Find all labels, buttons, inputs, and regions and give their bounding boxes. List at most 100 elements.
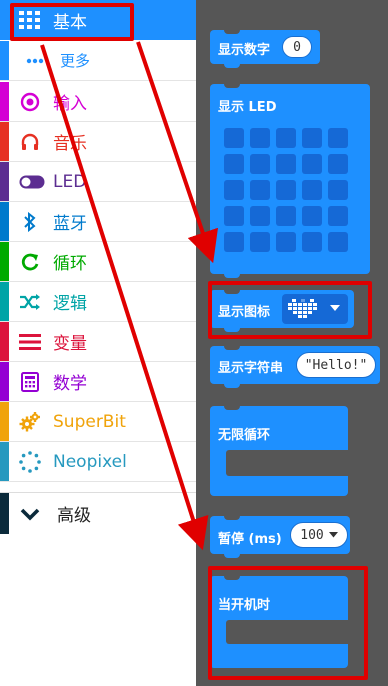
category-color-bar	[0, 82, 9, 121]
category-label: 数学	[53, 374, 87, 394]
block-label: 显示数字	[218, 43, 271, 58]
led-cell[interactable]	[276, 154, 296, 174]
led-cell[interactable]	[250, 180, 270, 200]
category-color-bar	[0, 362, 9, 401]
led-cell[interactable]	[328, 206, 348, 226]
block-connector	[224, 63, 240, 68]
led-cell[interactable]	[302, 154, 322, 174]
show-number-block[interactable]: 显示数字 0	[210, 29, 320, 68]
led-cell[interactable]	[224, 232, 244, 252]
pause-block[interactable]: 暂停 (ms) 100	[210, 515, 350, 558]
gears-icon	[19, 411, 41, 433]
led-cell[interactable]	[250, 232, 270, 252]
led-cell[interactable]	[276, 180, 296, 200]
category-more[interactable]: 更多	[0, 41, 196, 81]
led-cell[interactable]	[224, 128, 244, 148]
category-color-bar	[0, 162, 9, 201]
led-cell[interactable]	[250, 154, 270, 174]
led-matrix[interactable]	[224, 128, 348, 252]
category-label: Neopixel	[53, 451, 127, 472]
show-string-block[interactable]: 显示字符串 "Hello!"	[210, 345, 380, 388]
category-color-bar	[0, 242, 9, 281]
led-cell[interactable]	[302, 180, 322, 200]
category-label: SuperBit	[53, 411, 126, 432]
category-music[interactable]: 音乐	[0, 122, 196, 162]
shuffle-icon	[19, 291, 41, 313]
category-logic[interactable]: 逻辑	[0, 282, 196, 322]
led-cell[interactable]	[302, 206, 322, 226]
category-input[interactable]: 输入	[0, 82, 196, 122]
category-color-bar	[0, 442, 9, 481]
block-label: 显示图标	[218, 305, 271, 320]
dotted-circle-icon	[19, 450, 41, 473]
led-cell[interactable]	[250, 206, 270, 226]
category-label: 蓝牙	[53, 214, 87, 234]
toggle-icon	[19, 171, 45, 193]
category-basic[interactable]: 基本	[0, 0, 196, 40]
category-loops[interactable]: 循环	[0, 242, 196, 282]
duration-value: 100	[300, 527, 324, 543]
category-neopixel[interactable]: Neopixel	[0, 442, 196, 482]
led-cell[interactable]	[328, 154, 348, 174]
bluetooth-icon	[19, 211, 41, 233]
category-color-bar	[0, 282, 9, 321]
category-label: 基本	[53, 12, 87, 33]
category-led[interactable]: LED	[0, 162, 196, 202]
show-leds-block[interactable]: 显示 LED	[210, 83, 370, 278]
statement-slot	[226, 450, 352, 476]
number-input[interactable]: 0	[282, 36, 312, 58]
radio-button-icon	[19, 91, 41, 113]
category-color-bar	[0, 122, 9, 161]
block-label: 显示字符串	[218, 361, 284, 376]
block-connector	[224, 327, 240, 332]
forever-block[interactable]: 无限循环	[210, 405, 352, 496]
block-label: 暂停 (ms)	[218, 532, 282, 547]
led-cell[interactable]	[328, 128, 348, 148]
headphones-icon	[19, 131, 41, 153]
block-label: 当开机时	[218, 598, 271, 613]
category-label: 循环	[53, 254, 87, 274]
led-cell[interactable]	[250, 128, 270, 148]
category-color-bar	[0, 402, 9, 441]
led-cell[interactable]	[276, 206, 296, 226]
category-advanced[interactable]: 高级	[0, 492, 196, 534]
heart-icon	[288, 299, 317, 318]
category-color-bar	[0, 493, 9, 534]
duration-dropdown[interactable]: 100	[290, 522, 348, 548]
category-label: 输入	[53, 94, 87, 114]
show-icon-block[interactable]: 显示图标	[210, 289, 354, 332]
block-connector	[224, 553, 240, 558]
led-cell[interactable]	[276, 128, 296, 148]
block-label: 无限循环	[218, 428, 271, 443]
category-label: 音乐	[53, 134, 87, 154]
led-cell[interactable]	[302, 232, 322, 252]
category-math[interactable]: 数学	[0, 362, 196, 402]
block-flyout: 显示数字 0 显示 LED 显示图标 显示字符串 "Hello!" 无限循环 暂…	[196, 0, 388, 686]
icon-dropdown[interactable]	[282, 294, 348, 324]
list-icon	[19, 331, 41, 353]
calculator-icon	[19, 371, 41, 393]
string-input[interactable]: "Hello!"	[296, 352, 376, 378]
led-cell[interactable]	[328, 180, 348, 200]
led-cell[interactable]	[224, 154, 244, 174]
chevron-down-icon	[19, 503, 41, 525]
grid-icon	[19, 9, 41, 31]
category-bluetooth[interactable]: 蓝牙	[0, 202, 196, 242]
dropdown-arrow-icon	[328, 532, 338, 538]
led-cell[interactable]	[224, 206, 244, 226]
category-superbit[interactable]: SuperBit	[0, 402, 196, 442]
led-cell[interactable]	[328, 232, 348, 252]
refresh-icon	[19, 251, 41, 273]
led-cell[interactable]	[302, 128, 322, 148]
toolbox: 基本 更多 输入 音乐 LED 蓝牙 循环 逻辑 变量 数学 SuperBit …	[0, 0, 196, 686]
on-start-block[interactable]: 当开机时	[210, 575, 352, 668]
led-cell[interactable]	[224, 180, 244, 200]
led-cell[interactable]	[276, 232, 296, 252]
category-variables[interactable]: 变量	[0, 322, 196, 362]
category-label: 高级	[57, 506, 91, 526]
block-connector	[224, 273, 240, 278]
category-label: 变量	[53, 334, 87, 354]
category-label: LED	[53, 171, 87, 192]
category-color-bar	[0, 202, 9, 241]
ellipsis-icon	[24, 50, 46, 72]
